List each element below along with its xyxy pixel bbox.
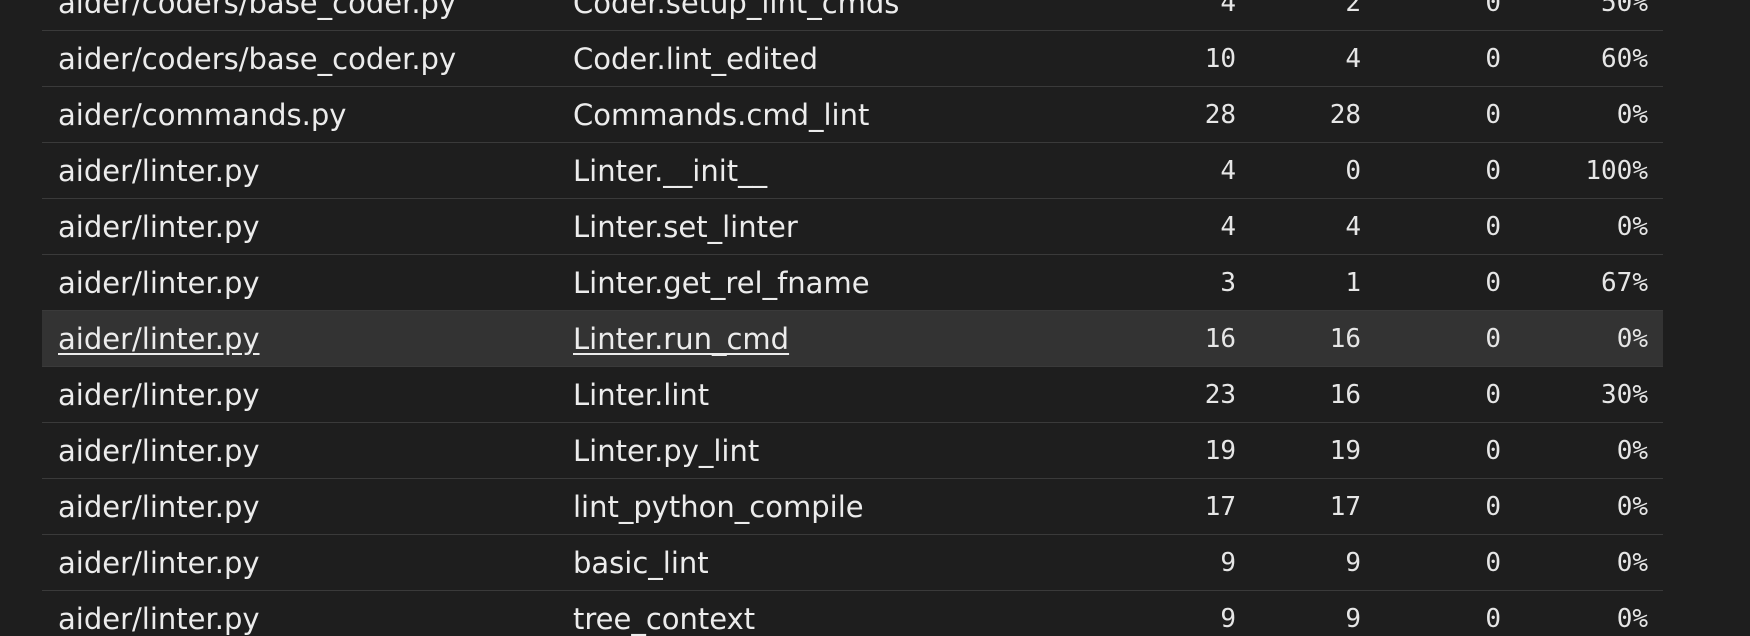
missing-count: 9 [1345,604,1361,634]
statements-count: 4 [1220,0,1236,18]
coverage-percent: 67% [1601,268,1648,298]
file-link[interactable]: aider/linter.py [58,367,260,423]
excluded-count: 0 [1485,492,1501,522]
table-row: aider/linter.py basic_lint 9 9 0 0% [42,535,1663,591]
file-link[interactable]: aider/linter.py [58,591,260,636]
coverage-percent: 0% [1616,100,1648,130]
missing-count: 0 [1345,156,1361,186]
file-link[interactable]: aider/linter.py [58,535,260,591]
table-row: aider/coders/base_coder.py Coder.setup_li… [42,0,1663,31]
coverage-percent: 0% [1616,548,1648,578]
missing-count: 2 [1345,0,1361,18]
statements-count: 28 [1204,100,1236,130]
coverage-report-viewport: aider/coders/base_coder.py Coder.setup_li… [0,0,1750,636]
excluded-count: 0 [1485,156,1501,186]
table-row: aider/coders/base_coder.py Coder.lint_edi… [42,31,1663,87]
file-link[interactable]: aider/linter.py [58,311,260,367]
file-link[interactable]: aider/linter.py [58,143,260,199]
missing-count: 19 [1329,436,1361,466]
file-link[interactable]: aider/coders/base_coder.py [58,31,456,87]
function-link[interactable]: lint_python_compile [573,479,864,535]
statements-count: 19 [1204,436,1236,466]
file-link[interactable]: aider/coders/base_coder.py [58,0,456,31]
function-link[interactable]: Linter.py_lint [573,423,759,479]
function-coverage-table: aider/coders/base_coder.py Coder.setup_li… [42,0,1663,636]
table-row: aider/linter.py Linter.run_cmd 16 16 0 0% [42,311,1663,367]
table-row: aider/linter.py Linter.lint 23 16 0 30% [42,367,1663,423]
file-link[interactable]: aider/linter.py [58,423,260,479]
function-link[interactable]: Linter.set_linter [573,199,798,255]
statements-count: 4 [1220,156,1236,186]
table-row: aider/linter.py Linter.py_lint 19 19 0 0% [42,423,1663,479]
missing-count: 4 [1345,44,1361,74]
statements-count: 17 [1204,492,1236,522]
excluded-count: 0 [1485,324,1501,354]
coverage-percent: 60% [1601,44,1648,74]
function-link[interactable]: Linter.get_rel_fname [573,255,870,311]
table-row: aider/linter.py Linter.__init__ 4 0 0 100% [42,143,1663,199]
excluded-count: 0 [1485,100,1501,130]
table-row: aider/linter.py Linter.get_rel_fname 3 1 0 67… [42,255,1663,311]
coverage-percent: 0% [1616,212,1648,242]
coverage-percent: 0% [1616,604,1648,634]
function-link[interactable]: basic_lint [573,535,709,591]
function-link[interactable]: Linter.lint [573,367,709,423]
statements-count: 23 [1204,380,1236,410]
coverage-percent: 30% [1601,380,1648,410]
table-row: aider/linter.py tree_context 9 9 0 0% [42,591,1663,636]
excluded-count: 0 [1485,212,1501,242]
statements-count: 9 [1220,548,1236,578]
statements-count: 9 [1220,604,1236,634]
excluded-count: 0 [1485,604,1501,634]
excluded-count: 0 [1485,380,1501,410]
coverage-percent: 0% [1616,324,1648,354]
statements-count: 3 [1220,268,1236,298]
coverage-percent: 100% [1585,156,1648,186]
function-link[interactable]: tree_context [573,591,755,636]
statements-count: 10 [1204,44,1236,74]
missing-count: 1 [1345,268,1361,298]
excluded-count: 0 [1485,268,1501,298]
function-link[interactable]: Coder.setup_lint_cmds [573,0,899,31]
file-link[interactable]: aider/linter.py [58,255,260,311]
missing-count: 16 [1329,380,1361,410]
file-link[interactable]: aider/commands.py [58,87,346,143]
coverage-percent: 50% [1601,0,1648,18]
coverage-percent: 0% [1616,436,1648,466]
excluded-count: 0 [1485,436,1501,466]
table-row: aider/commands.py Commands.cmd_lint 28 28 0 0… [42,87,1663,143]
statements-count: 16 [1204,324,1236,354]
missing-count: 4 [1345,212,1361,242]
coverage-percent: 0% [1616,492,1648,522]
missing-count: 28 [1329,100,1361,130]
function-link[interactable]: Coder.lint_edited [573,31,818,87]
excluded-count: 0 [1485,44,1501,74]
table-row: aider/linter.py lint_python_compile 17 17 0 0… [42,479,1663,535]
file-link[interactable]: aider/linter.py [58,479,260,535]
table-row: aider/linter.py Linter.set_linter 4 4 0 0% [42,199,1663,255]
missing-count: 9 [1345,548,1361,578]
excluded-count: 0 [1485,548,1501,578]
function-link[interactable]: Linter.run_cmd [573,311,789,367]
function-link[interactable]: Commands.cmd_lint [573,87,869,143]
excluded-count: 0 [1485,0,1501,18]
statements-count: 4 [1220,212,1236,242]
missing-count: 17 [1329,492,1361,522]
function-link[interactable]: Linter.__init__ [573,143,767,199]
file-link[interactable]: aider/linter.py [58,199,260,255]
missing-count: 16 [1329,324,1361,354]
